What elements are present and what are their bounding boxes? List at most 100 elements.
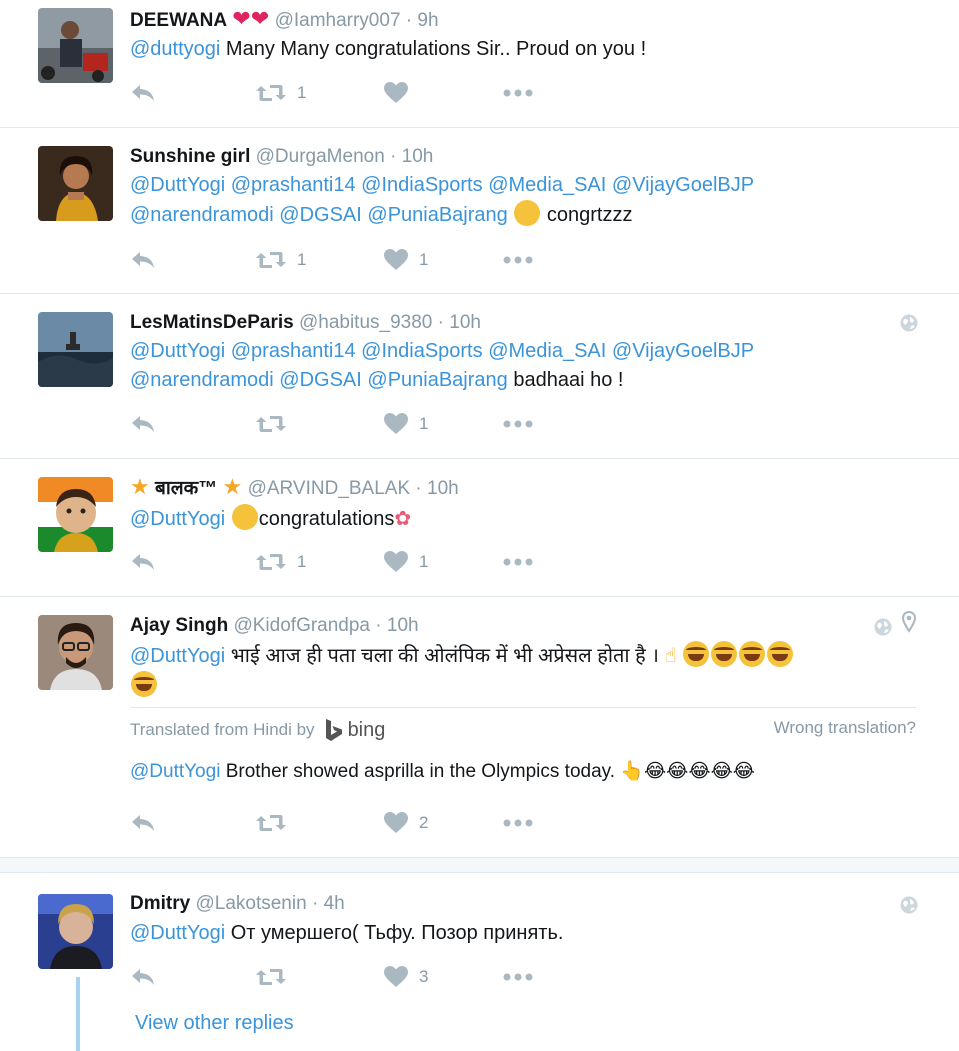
- mention-link[interactable]: @DuttYogi: [130, 340, 225, 362]
- user-handle[interactable]: @DurgaMenon: [256, 146, 385, 167]
- mention-link[interactable]: @PuniaBajrang: [367, 204, 507, 226]
- retweet-count: 1: [297, 83, 307, 102]
- user-name[interactable]: Ajay Singh: [130, 615, 228, 636]
- globe-icon: [899, 313, 919, 333]
- user-name[interactable]: Dmitry: [130, 893, 190, 914]
- more-icon: [502, 412, 534, 436]
- mention-link[interactable]: @duttyogi: [130, 38, 220, 60]
- timestamp[interactable]: 9h: [417, 10, 438, 31]
- avatar[interactable]: [38, 894, 113, 969]
- tweet-item[interactable]: LesMatinsDeParis @habitus_9380 · 10h @Du…: [0, 294, 959, 458]
- user-name[interactable]: LesMatinsDeParis: [130, 312, 294, 333]
- user-name[interactable]: DEEWANA: [130, 10, 227, 31]
- more-icon: [502, 811, 534, 835]
- timestamp[interactable]: 10h: [402, 146, 434, 167]
- tweet-item[interactable]: Ajay Singh @KidofGrandpa · 10h @DuttYogi…: [0, 597, 959, 855]
- separator-dot: ·: [311, 893, 319, 914]
- retweet-button[interactable]: 1: [255, 550, 306, 574]
- more-icon: [502, 81, 534, 105]
- mention-link[interactable]: @narendramodi: [130, 204, 274, 226]
- user-handle[interactable]: @Iamharry007: [275, 10, 401, 31]
- user-handle[interactable]: @ARVIND_BALAK: [248, 478, 411, 499]
- wrong-translation-link[interactable]: Wrong translation?: [774, 718, 916, 738]
- retweet-button[interactable]: [255, 965, 297, 989]
- laugh-emoji: [767, 641, 794, 667]
- laugh-emoji: [131, 671, 157, 697]
- tweet-item[interactable]: ★ बालक™ ★ @ARVIND_BALAK · 10h @DuttYogi …: [0, 459, 959, 596]
- timestamp[interactable]: 4h: [324, 893, 345, 914]
- mention-link[interactable]: @prashanti14: [231, 174, 356, 196]
- more-button[interactable]: [502, 965, 534, 989]
- mention-link[interactable]: @VijayGoelBJP: [612, 174, 754, 196]
- avatar[interactable]: [38, 312, 113, 387]
- mention-link[interactable]: @DGSAI: [279, 369, 362, 391]
- mention-link[interactable]: @IndiaSports: [361, 174, 482, 196]
- mention-link[interactable]: @DuttYogi: [130, 645, 225, 667]
- like-button[interactable]: 1: [383, 248, 428, 272]
- like-button[interactable]: [383, 81, 419, 105]
- tweet-text: @DuttYogi भाई आज ही पता चला की ओलंपिक मे…: [130, 641, 919, 701]
- mention-link[interactable]: @IndiaSports: [361, 340, 482, 362]
- reply-button[interactable]: [130, 965, 156, 989]
- more-icon: [502, 965, 534, 989]
- reply-button[interactable]: [130, 248, 156, 272]
- more-button[interactable]: [502, 811, 534, 835]
- retweet-button[interactable]: 1: [255, 81, 306, 105]
- tweet-text: @DuttYogi От умершего( Тьфу. Позор приня…: [130, 919, 919, 948]
- globe-icon: [873, 617, 893, 637]
- mention-link[interactable]: @DGSAI: [279, 204, 362, 226]
- retweet-icon: [255, 811, 287, 835]
- tweet-item[interactable]: Sunshine girl @DurgaMenon · 10h @DuttYog…: [0, 128, 959, 293]
- like-count: 1: [419, 414, 429, 433]
- more-button[interactable]: [502, 550, 534, 574]
- tweet-body: congratulations: [258, 508, 395, 530]
- more-button[interactable]: [502, 412, 534, 436]
- tweet-item[interactable]: Dmitry @Lakotsenin · 4h @DuttYogi От уме…: [0, 873, 959, 1051]
- retweet-button[interactable]: [255, 811, 297, 835]
- view-other-replies-link[interactable]: View other replies: [135, 1012, 294, 1035]
- like-button[interactable]: 1: [383, 412, 428, 436]
- timestamp[interactable]: 10h: [427, 478, 459, 499]
- mention-link[interactable]: @DuttYogi: [130, 922, 225, 944]
- mention-link[interactable]: @DuttYogi: [130, 508, 225, 530]
- mention-link[interactable]: @PuniaBajrang: [367, 369, 507, 391]
- heart-emoji: ❤❤: [232, 6, 270, 31]
- mention-link[interactable]: @DuttYogi: [130, 174, 225, 196]
- laugh-emoji: [739, 641, 766, 667]
- avatar[interactable]: [38, 477, 113, 552]
- tweet-text: @DuttYogi @prashanti14 @IndiaSports @Med…: [130, 337, 919, 395]
- mention-link[interactable]: @Media_SAI: [488, 340, 606, 362]
- user-name[interactable]: Sunshine girl: [130, 146, 250, 167]
- timestamp[interactable]: 10h: [387, 615, 419, 636]
- user-handle[interactable]: @Lakotsenin: [195, 893, 306, 914]
- user-handle[interactable]: @KidofGrandpa: [233, 615, 370, 636]
- laugh-emoji: [683, 641, 710, 667]
- like-count: 3: [419, 967, 429, 986]
- avatar[interactable]: [38, 146, 113, 221]
- like-button[interactable]: 1: [383, 550, 428, 574]
- retweet-button[interactable]: [255, 412, 297, 436]
- mention-link[interactable]: @DuttYogi: [130, 761, 220, 782]
- timestamp[interactable]: 10h: [449, 312, 481, 333]
- location-pin-icon[interactable]: [902, 611, 916, 633]
- reply-button[interactable]: [130, 412, 156, 436]
- reply-button[interactable]: [130, 811, 156, 835]
- tweet-item[interactable]: DEEWANA ❤❤ @Iamharry007 · 9h @duttyogi M…: [0, 0, 959, 127]
- separator-dot: ·: [405, 10, 413, 31]
- retweet-icon: [255, 550, 287, 574]
- more-button[interactable]: [502, 81, 534, 105]
- like-button[interactable]: 2: [383, 811, 428, 835]
- retweet-button[interactable]: 1: [255, 248, 306, 272]
- mention-link[interactable]: @narendramodi: [130, 369, 274, 391]
- reply-button[interactable]: [130, 81, 156, 105]
- mention-link[interactable]: @VijayGoelBJP: [612, 340, 754, 362]
- user-handle[interactable]: @habitus_9380: [299, 312, 432, 333]
- more-button[interactable]: [502, 248, 534, 272]
- reply-button[interactable]: [130, 550, 156, 574]
- user-name[interactable]: बालक™: [155, 478, 217, 499]
- like-button[interactable]: 3: [383, 965, 428, 989]
- avatar[interactable]: [38, 8, 113, 83]
- avatar[interactable]: [38, 615, 113, 690]
- mention-link[interactable]: @prashanti14: [231, 340, 356, 362]
- mention-link[interactable]: @Media_SAI: [488, 174, 606, 196]
